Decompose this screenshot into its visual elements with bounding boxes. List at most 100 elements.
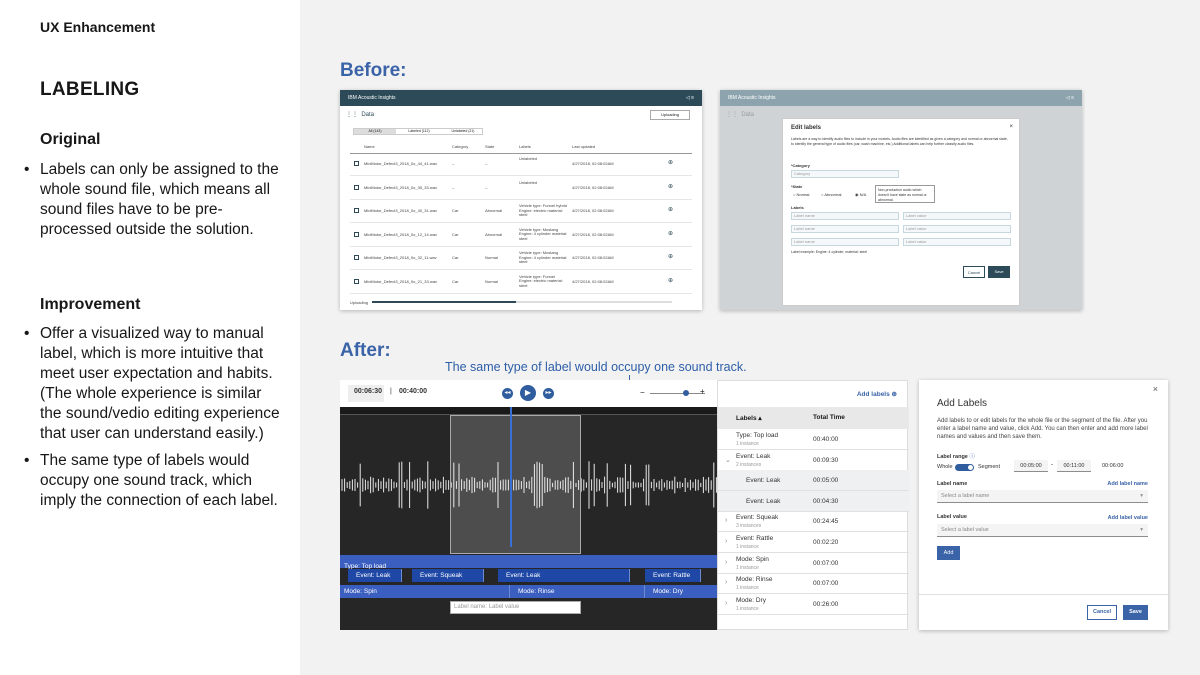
zoom-out-icon[interactable]: − (640, 388, 645, 397)
table-row[interactable]: MiniMotor_Defect3_2018_0o_12_14.wav Car Ab… (350, 225, 692, 247)
chevron-icon[interactable]: › (725, 579, 727, 586)
track-note: The same type of label would occupy one … (445, 360, 747, 374)
upload-button[interactable]: Uploading (650, 110, 690, 120)
state-na-radio[interactable]: ◉ N/A (855, 192, 866, 197)
chevron-icon[interactable]: › (725, 559, 727, 566)
add-label-name-link[interactable]: Add label name (1107, 481, 1148, 487)
modal-description: Labels are a way to identify audio files… (791, 137, 1008, 146)
save-button[interactable]: Save (988, 266, 1010, 278)
col-total-time: Total Time (813, 414, 845, 421)
col-labels[interactable]: Labels ▴ (736, 414, 762, 422)
checkbox[interactable] (354, 161, 359, 167)
checkbox[interactable] (354, 208, 359, 214)
table-row[interactable]: › Mode: Spin 1 instance 00:07:00 (718, 553, 909, 574)
end-time-input[interactable]: 00:11:00 (1057, 460, 1091, 472)
app-title: IBM Acoustic Insights (348, 95, 396, 101)
label-example: Label example: Engine: 4 cylinder, mater… (791, 250, 868, 254)
tab-labeled[interactable]: Labeled (112) (398, 129, 440, 134)
label-value-field[interactable]: Label value (903, 225, 1011, 233)
event-chip[interactable]: Event: Squeak (412, 569, 484, 582)
improvement-list: Offer a visualized way to manual label, … (24, 324, 280, 518)
save-button[interactable]: Save (1123, 605, 1148, 620)
table-row[interactable]: › Event: Rattle 1 instance 00:02:20 (718, 532, 909, 553)
range-toggle[interactable] (955, 464, 974, 471)
edit-icon[interactable]: ⊕ (668, 206, 673, 213)
category-field[interactable]: Category (791, 170, 899, 178)
add-labels-panel: × Add Labels Add labels to or edit label… (919, 380, 1168, 630)
chevron-down-icon: ▾ (1140, 527, 1143, 533)
edit-icon[interactable]: ⊕ (668, 253, 673, 260)
table-row[interactable]: ⌄ Event: Leak 2 instances 00:09:30 (718, 450, 909, 471)
zoom-handle[interactable] (683, 390, 689, 396)
zoom-slider[interactable] (650, 393, 705, 394)
state-normal-radio[interactable]: ○ Normal (793, 192, 809, 197)
app-header: IBM Acoustic Insights ◁ ≡ (720, 90, 1082, 106)
table-row[interactable]: MiniMotor_Defect3_2018_0o_32_11.wav Car No… (350, 248, 692, 270)
forward-icon[interactable]: ▸▸ (543, 388, 554, 399)
label-name-dropdown[interactable]: Select a label name ▾ (937, 490, 1148, 503)
label-value-dropdown[interactable]: Select a label value ▾ (937, 524, 1148, 537)
menu-icon[interactable]: ◁ ≡ (686, 90, 694, 106)
add-label-value-link[interactable]: Add label value (1108, 515, 1148, 521)
table-row[interactable]: Type: Top load 1 instance 00:40:00 (718, 429, 909, 450)
table-row[interactable]: › Mode: Dry 1 instance 00:26:00 (718, 594, 909, 615)
close-icon[interactable]: × (1009, 124, 1013, 130)
cancel-button[interactable]: Cancel (1087, 605, 1117, 620)
label-name-field[interactable]: Label name (791, 212, 899, 220)
page-title: LABELING (40, 79, 140, 100)
toggle-segment-label: Segment (978, 464, 1001, 470)
close-icon[interactable]: × (1153, 384, 1158, 394)
mode-chip[interactable]: Mode: Rinse (510, 585, 645, 598)
start-time-input[interactable]: 00:05:00 (1014, 460, 1048, 472)
table-row[interactable]: MiniMotor_Defect3_2018_0o_40_31.wav Car Ab… (350, 201, 692, 223)
state-abnormal-radio[interactable]: ○ Abnormal (821, 192, 841, 197)
event-chip[interactable]: Event: Leak (348, 569, 402, 582)
upload-status: Uploading (350, 300, 369, 305)
timeline-ruler (340, 407, 718, 415)
checkbox[interactable] (354, 278, 359, 284)
track-type[interactable]: Type: Top load (340, 555, 718, 570)
zoom-in-icon[interactable]: + (700, 387, 705, 396)
selected-segment[interactable] (450, 415, 581, 554)
mode-chip[interactable]: Mode: Spin (340, 585, 510, 598)
add-labels-link[interactable]: Add labels ⊕ (857, 390, 897, 398)
panel-description: Add labels to or edit labels for the who… (937, 418, 1148, 440)
chevron-icon[interactable]: › (725, 600, 727, 607)
table-row[interactable]: Event: Leak 00:05:00 (718, 470, 909, 492)
label-value-label: Label value (937, 514, 967, 520)
add-button[interactable]: Add (937, 546, 960, 560)
label-name-field[interactable]: Label name (791, 225, 899, 233)
table-row[interactable]: › Mode: Rinse 1 instance 00:07:00 (718, 573, 909, 595)
chevron-icon[interactable]: › (725, 517, 727, 524)
play-icon[interactable]: ▶ (520, 385, 536, 401)
edit-icon[interactable]: ⊕ (668, 159, 673, 166)
cancel-button[interactable]: Cancel (963, 266, 985, 278)
event-chip[interactable]: Event: Rattle (645, 569, 701, 582)
checkbox[interactable] (354, 231, 359, 237)
table-row[interactable]: MiniMotor_Defect3_2018_0o_35_33.wav -- -- U… (350, 178, 692, 200)
playhead[interactable] (510, 407, 512, 547)
table-row[interactable]: Event: Leak 00:04:30 (718, 490, 909, 512)
table-row[interactable]: › Event: Squeak 3 instances 00:24:45 (718, 511, 909, 533)
app-header: IBM Acoustic Insights ◁ ≡ (340, 90, 702, 106)
table-row[interactable]: MiniMotor_Defect3_2018_0o_21_33.wav Car No… (350, 272, 692, 294)
chevron-icon[interactable]: › (725, 538, 727, 545)
tab-unlabeled[interactable]: Unlabeled (21) (442, 129, 484, 134)
label-input[interactable]: Label name: Label value (450, 601, 581, 614)
edit-icon[interactable]: ⊕ (668, 183, 673, 190)
label-name-field[interactable]: Label name (791, 238, 899, 246)
mode-chip[interactable]: Mode: Dry (645, 585, 718, 598)
original-bullet: Labels can only be assigned to the whole… (24, 160, 280, 240)
rewind-icon[interactable]: ◂◂ (502, 388, 513, 399)
table-row[interactable]: MiniMotor_Defect3_2018_0o_44_41.wav -- -- U… (350, 154, 692, 176)
edit-icon[interactable]: ⊕ (668, 230, 673, 237)
label-value-field[interactable]: Label value (903, 238, 1011, 246)
label-value-field[interactable]: Label value (903, 212, 1011, 220)
tab-all[interactable]: All (143) (354, 129, 396, 134)
filter-tabs[interactable]: All (143) Labeled (112) Unlabeled (21) (353, 128, 483, 135)
event-chip[interactable]: Event: Leak (498, 569, 630, 582)
edit-icon[interactable]: ⊕ (668, 277, 673, 284)
checkbox[interactable] (354, 255, 359, 261)
checkbox[interactable] (354, 184, 359, 190)
chevron-icon[interactable]: ⌄ (725, 456, 731, 464)
